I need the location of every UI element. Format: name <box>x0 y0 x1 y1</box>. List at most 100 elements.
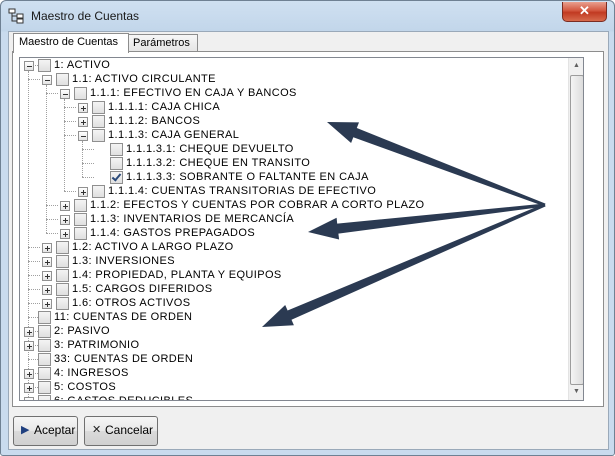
expand-plus-icon[interactable] <box>78 117 88 127</box>
tree-node-checkbox[interactable] <box>92 115 105 128</box>
dialog-client-area: Maestro de Cuentas Parámetros 1: ACTIVO 1… <box>8 31 609 450</box>
title-bar[interactable]: Maestro de Cuentas ✕ <box>1 1 614 31</box>
tree-node[interactable]: 11: CUENTAS DE ORDEN <box>20 311 560 325</box>
account-tree[interactable]: 1: ACTIVO 1.1: ACTIVO CIRCULANTE 1.1.1: EF… <box>19 57 584 401</box>
tree-node[interactable]: 1.1.1.3.1: CHEQUE DEVUELTO <box>20 143 560 157</box>
expand-plus-icon[interactable] <box>60 215 70 225</box>
tab-maestro-de-cuentas[interactable]: Maestro de Cuentas <box>13 33 129 53</box>
collapse-minus-icon[interactable] <box>42 75 52 85</box>
tree-node-label: 1.1.1.3.2: CHEQUE EN TRANSITO <box>126 157 311 169</box>
tree-node-label: 1.2: ACTIVO A LARGO PLAZO <box>72 241 234 253</box>
scroll-thumb[interactable] <box>570 75 583 385</box>
expand-plus-icon[interactable] <box>78 103 88 113</box>
close-button[interactable]: ✕ <box>562 2 607 22</box>
tree-node[interactable]: 3: PATRIMONIO <box>20 339 560 353</box>
tree-node-label: 1.1.1.2: BANCOS <box>108 115 201 127</box>
tree-node[interactable]: 1.6: OTROS ACTIVOS <box>20 297 560 311</box>
tree-node[interactable]: 4: INGRESOS <box>20 367 560 381</box>
expand-plus-icon[interactable] <box>60 229 70 239</box>
tree-node-label: 6: GASTOS DEDUCIBLES <box>54 394 193 400</box>
tree-node[interactable]: 1.1.1.2: BANCOS <box>20 115 560 129</box>
tree-node-label: 1.6: OTROS ACTIVOS <box>72 297 191 309</box>
tree-node-checkbox[interactable] <box>56 269 69 282</box>
scroll-up-icon[interactable]: ▲ <box>569 58 583 74</box>
expand-plus-icon[interactable] <box>24 397 34 400</box>
tree-node-checkbox[interactable] <box>74 213 87 226</box>
tree-node-label: 5: COSTOS <box>54 381 117 393</box>
tree-node-checkbox[interactable] <box>38 59 51 72</box>
tree-node[interactable]: 1.3: INVERSIONES <box>20 255 560 269</box>
close-x-icon: ✕ <box>92 424 102 436</box>
tree-node-checkbox[interactable] <box>92 185 105 198</box>
tree-node-label: 1.1.2: EFECTOS Y CUENTAS POR COBRAR A CO… <box>90 199 425 211</box>
tree-node[interactable]: 1.1.1.1: CAJA CHICA <box>20 101 560 115</box>
tree-node[interactable]: 1.4: PROPIEDAD, PLANTA Y EQUIPOS <box>20 269 560 283</box>
tree-node[interactable]: 5: COSTOS <box>20 381 560 395</box>
tree-node[interactable]: 1.1.1.3.3: SOBRANTE O FALTANTE EN CAJA <box>20 171 560 185</box>
tree-node-checkbox[interactable] <box>56 297 69 310</box>
collapse-minus-icon[interactable] <box>78 131 88 141</box>
tree-node-checkbox[interactable] <box>74 199 87 212</box>
expand-plus-icon[interactable] <box>24 341 34 351</box>
close-icon: ✕ <box>579 3 590 18</box>
tree-node[interactable]: 2: PASIVO <box>20 325 560 339</box>
tree-node-checkbox[interactable] <box>110 143 123 156</box>
tree-node-checkbox[interactable] <box>38 367 51 380</box>
tree-node-checkbox[interactable] <box>110 157 123 170</box>
tree-node-label: 1.1.1.3: CAJA GENERAL <box>108 129 240 141</box>
tree-node-label: 1.1.1: EFECTIVO EN CAJA Y BANCOS <box>90 87 297 99</box>
tree-node[interactable]: 1.1.3: INVENTARIOS DE MERCANCÍA <box>20 213 560 227</box>
tree-node[interactable]: 1.1.1: EFECTIVO EN CAJA Y BANCOS <box>20 87 560 101</box>
expand-plus-icon[interactable] <box>42 257 52 267</box>
tree-structure-icon <box>8 8 24 24</box>
tree-node-checkbox[interactable] <box>56 283 69 296</box>
vertical-scrollbar[interactable]: ▲ ▼ <box>568 58 583 400</box>
tree-node-label: 1.1.1.3.3: SOBRANTE O FALTANTE EN CAJA <box>126 171 369 183</box>
tree-node[interactable]: 1.1.4: GASTOS PREPAGADOS <box>20 227 560 241</box>
tree-node-checkbox[interactable] <box>38 311 51 324</box>
tree-node[interactable]: 1.1.1.4: CUENTAS TRANSITORIAS DE EFECTIV… <box>20 185 560 199</box>
expand-plus-icon[interactable] <box>24 369 34 379</box>
scroll-down-icon[interactable]: ▼ <box>569 384 583 400</box>
tree-node[interactable]: 33: CUENTAS DE ORDEN <box>20 353 560 367</box>
tree-node-checkbox[interactable] <box>92 129 105 142</box>
expand-plus-icon[interactable] <box>60 201 70 211</box>
tree-node-checkbox[interactable] <box>56 241 69 254</box>
expand-plus-icon[interactable] <box>42 299 52 309</box>
tree-node-checkbox[interactable] <box>110 171 123 184</box>
tree-node-label: 1.1: ACTIVO CIRCULANTE <box>72 73 216 85</box>
tree-node[interactable]: 1: ACTIVO <box>20 59 560 73</box>
tree-node-label: 2: PASIVO <box>54 325 110 337</box>
expand-plus-icon[interactable] <box>42 285 52 295</box>
tree-node[interactable]: 1.1.1.3.2: CHEQUE EN TRANSITO <box>20 157 560 171</box>
tree-node-label: 1.1.1.1: CAJA CHICA <box>108 101 221 113</box>
tree-node[interactable]: 1.1: ACTIVO CIRCULANTE <box>20 73 560 87</box>
tree-node-checkbox[interactable] <box>38 325 51 338</box>
tree-node[interactable]: 1.5: CARGOS DIFERIDOS <box>20 283 560 297</box>
tree-node-checkbox[interactable] <box>56 255 69 268</box>
tree-node-checkbox[interactable] <box>38 381 51 394</box>
tree-node[interactable]: 1.1.1.3: CAJA GENERAL <box>20 129 560 143</box>
tree-node[interactable]: 6: GASTOS DEDUCIBLES <box>20 395 560 400</box>
tree-node-label: 1.1.1.3.1: CHEQUE DEVUELTO <box>126 143 294 155</box>
tree-node-checkbox[interactable] <box>38 353 51 366</box>
tree-node[interactable]: 1.2: ACTIVO A LARGO PLAZO <box>20 241 560 255</box>
expand-plus-icon[interactable] <box>24 327 34 337</box>
tree-node-checkbox[interactable] <box>74 87 87 100</box>
tree-node-label: 1.1.1.4: CUENTAS TRANSITORIAS DE EFECTIV… <box>108 185 377 197</box>
collapse-minus-icon[interactable] <box>24 61 34 71</box>
tree-node-checkbox[interactable] <box>56 73 69 86</box>
expand-plus-icon[interactable] <box>24 383 34 393</box>
tree-node-checkbox[interactable] <box>92 101 105 114</box>
tree-node-checkbox[interactable] <box>38 339 51 352</box>
collapse-minus-icon[interactable] <box>60 89 70 99</box>
tree-node-checkbox[interactable] <box>38 395 51 400</box>
accept-button[interactable]: ▶ Aceptar <box>13 416 78 446</box>
tree-node-label: 1.1.3: INVENTARIOS DE MERCANCÍA <box>90 213 295 225</box>
expand-plus-icon[interactable] <box>42 271 52 281</box>
tree-node[interactable]: 1.1.2: EFECTOS Y CUENTAS POR COBRAR A CO… <box>20 199 560 213</box>
tree-node-checkbox[interactable] <box>74 227 87 240</box>
cancel-button[interactable]: ✕ Cancelar <box>84 416 158 446</box>
expand-plus-icon[interactable] <box>78 187 88 197</box>
expand-plus-icon[interactable] <box>42 243 52 253</box>
